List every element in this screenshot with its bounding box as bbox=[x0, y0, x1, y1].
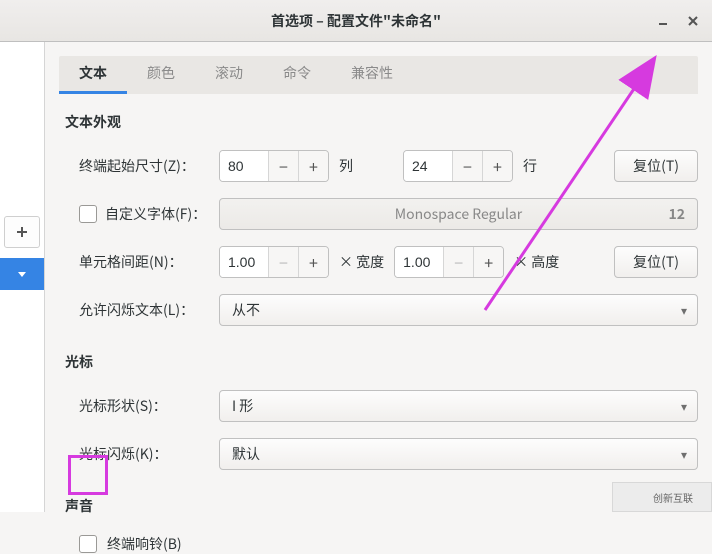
rows-plus[interactable]: + bbox=[482, 151, 512, 181]
label-custom-font: 自定义字体(F)： bbox=[105, 204, 206, 224]
blink-text-combo[interactable]: 从不 ▾ bbox=[219, 294, 698, 326]
rows-input[interactable] bbox=[404, 151, 452, 181]
tab-color[interactable]: 颜色 bbox=[127, 53, 195, 94]
cell-width-plus[interactable]: + bbox=[298, 247, 328, 277]
unit-height: × 高度 bbox=[514, 252, 559, 272]
cols-input[interactable] bbox=[220, 151, 268, 181]
close-button[interactable] bbox=[680, 8, 706, 34]
font-name: Monospace Regular bbox=[395, 204, 522, 224]
row-custom-font: 自定义字体(F)： Monospace Regular 12 bbox=[59, 198, 698, 230]
label-cell-spacing: 单元格间距(N)： bbox=[59, 252, 209, 272]
unit-width: × 宽度 bbox=[339, 252, 384, 272]
chevron-down-icon: ▾ bbox=[681, 398, 687, 415]
profile-menu-button[interactable] bbox=[0, 258, 44, 290]
blink-text-value: 从不 bbox=[232, 300, 260, 320]
label-initial-size: 终端起始尺寸(Z)： bbox=[59, 156, 209, 176]
label-blink-text: 允许闪烁文本(L)： bbox=[59, 300, 209, 320]
section-sound: 声音 bbox=[65, 496, 698, 516]
cell-height-minus: − bbox=[443, 247, 473, 277]
reset-size-button[interactable]: 复位(T) bbox=[614, 150, 698, 182]
cell-width-stepper[interactable]: − + bbox=[219, 246, 329, 278]
cursor-shape-value: I 形 bbox=[232, 396, 253, 416]
cursor-blink-combo[interactable]: 默认 ▾ bbox=[219, 438, 698, 470]
content-area: 文本 颜色 滚动 命令 兼容性 文本外观 终端起始尺寸(Z)： − + 列 − … bbox=[45, 42, 712, 512]
label-terminal-bell: 终端响铃(B) bbox=[107, 534, 182, 554]
terminal-bell-checkbox[interactable] bbox=[79, 535, 97, 553]
tab-text[interactable]: 文本 bbox=[59, 53, 127, 94]
custom-font-checkbox[interactable] bbox=[79, 205, 97, 223]
watermark: 创新互联 bbox=[612, 482, 712, 512]
row-cursor-shape: 光标形状(S)： I 形 ▾ bbox=[59, 390, 698, 422]
tab-command[interactable]: 命令 bbox=[263, 53, 331, 94]
rows-minus[interactable]: − bbox=[452, 151, 482, 181]
cell-height-stepper[interactable]: − + bbox=[394, 246, 504, 278]
row-cursor-blink: 光标闪烁(K)： 默认 ▾ bbox=[59, 438, 698, 470]
label-cursor-shape: 光标形状(S)： bbox=[59, 396, 209, 416]
sidebar bbox=[0, 42, 45, 512]
watermark-text: 创新互联 bbox=[653, 490, 693, 505]
tab-scroll[interactable]: 滚动 bbox=[195, 53, 263, 94]
section-appearance: 文本外观 bbox=[65, 112, 698, 132]
row-blink-text: 允许闪烁文本(L)： 从不 ▾ bbox=[59, 294, 698, 326]
tabs: 文本 颜色 滚动 命令 兼容性 bbox=[59, 56, 698, 94]
cursor-blink-value: 默认 bbox=[232, 444, 260, 464]
cell-width-input[interactable] bbox=[220, 247, 268, 277]
reset-spacing-button[interactable]: 复位(T) bbox=[614, 246, 698, 278]
section-cursor: 光标 bbox=[65, 352, 698, 372]
cell-height-plus[interactable]: + bbox=[473, 247, 503, 277]
cursor-shape-combo[interactable]: I 形 ▾ bbox=[219, 390, 698, 422]
chevron-down-icon: ▾ bbox=[681, 446, 687, 463]
row-cell-spacing: 单元格间距(N)： − + × 宽度 − + × 高度 复位(T) bbox=[59, 246, 698, 278]
watermark-icon bbox=[631, 488, 649, 506]
chevron-down-icon: ▾ bbox=[681, 302, 687, 319]
unit-rows: 行 bbox=[523, 156, 537, 176]
cell-height-input[interactable] bbox=[395, 247, 443, 277]
cols-plus[interactable]: + bbox=[298, 151, 328, 181]
rows-stepper[interactable]: − + bbox=[403, 150, 513, 182]
tab-compat[interactable]: 兼容性 bbox=[331, 53, 413, 94]
font-chooser[interactable]: Monospace Regular 12 bbox=[219, 198, 698, 230]
window-title: 首选项 – 配置文件"未命名" bbox=[271, 11, 441, 31]
font-size: 12 bbox=[668, 204, 685, 224]
label-cursor-blink: 光标闪烁(K)： bbox=[59, 444, 209, 464]
minimize-button[interactable] bbox=[650, 8, 676, 34]
cell-width-minus: − bbox=[268, 247, 298, 277]
add-profile-button[interactable] bbox=[4, 216, 40, 248]
titlebar: 首选项 – 配置文件"未命名" bbox=[0, 0, 712, 42]
row-terminal-bell: 终端响铃(B) bbox=[59, 534, 698, 554]
cols-minus[interactable]: − bbox=[268, 151, 298, 181]
unit-cols: 列 bbox=[339, 156, 353, 176]
cols-stepper[interactable]: − + bbox=[219, 150, 329, 182]
row-initial-size: 终端起始尺寸(Z)： − + 列 − + 行 复位(T) bbox=[59, 150, 698, 182]
window-controls bbox=[650, 0, 706, 41]
